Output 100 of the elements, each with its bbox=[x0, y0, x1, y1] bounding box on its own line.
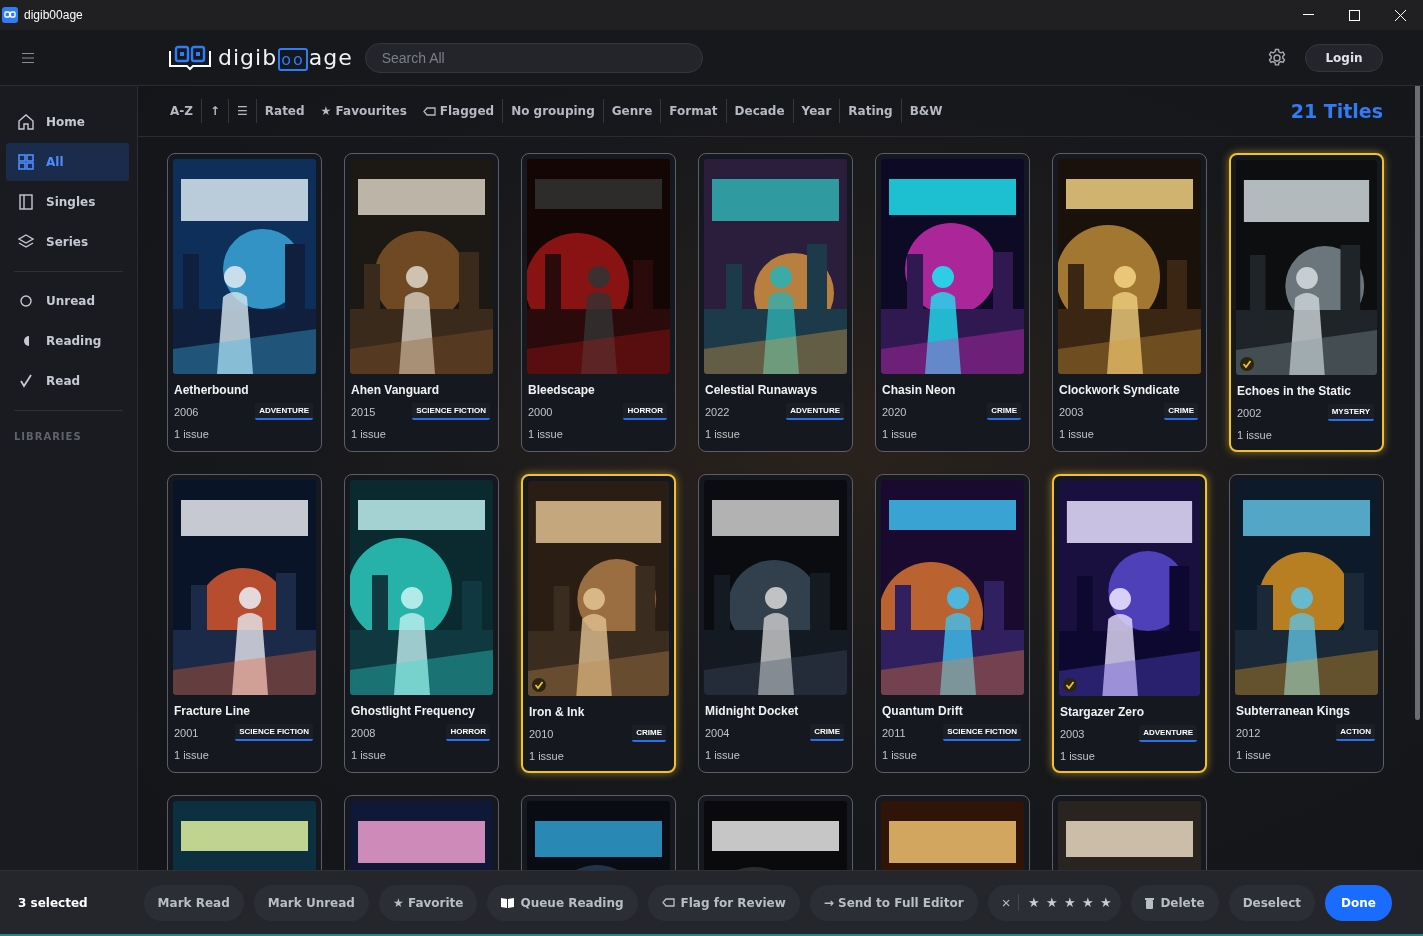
sidebar-item[interactable]: Series bbox=[6, 223, 129, 261]
genre-tag: CRIME bbox=[810, 724, 844, 741]
selection-count: 3 selected bbox=[18, 895, 88, 910]
comic-year: 2004 bbox=[705, 726, 730, 739]
comic-year: 2000 bbox=[528, 405, 553, 418]
action-button[interactable]: Flag for Review bbox=[647, 884, 800, 921]
comic-year: 2003 bbox=[1060, 727, 1085, 740]
issue-count: 1 issue bbox=[174, 428, 210, 440]
comic-year: 2020 bbox=[882, 405, 907, 418]
filter-button[interactable]: Genre bbox=[603, 104, 661, 118]
action-button[interactable]: Queue Reading bbox=[487, 884, 638, 921]
done-button[interactable]: Done bbox=[1325, 884, 1392, 921]
menu-icon[interactable] bbox=[22, 52, 34, 63]
close-icon[interactable] bbox=[1394, 9, 1406, 21]
comic-card[interactable]: Echoes in the Static 2002 MYSTERY 1 issue bbox=[1229, 153, 1384, 452]
filter-button[interactable]: Year bbox=[793, 104, 840, 118]
book-icon bbox=[16, 192, 36, 212]
genre-tag: SCIENCE FICTION bbox=[235, 724, 313, 741]
clear-rating-button[interactable]: × bbox=[993, 894, 1020, 911]
sidebar-item[interactable]: Reading bbox=[6, 322, 129, 360]
sidebar-item[interactable]: All bbox=[6, 143, 129, 181]
minimize-icon[interactable] bbox=[1302, 14, 1314, 16]
comic-card[interactable]: Aetherbound 2006 ADVENTURE 1 issue bbox=[167, 153, 322, 452]
action-button[interactable]: Mark Read bbox=[143, 884, 244, 921]
book-icon bbox=[501, 897, 515, 908]
action-button[interactable]: → Send to Full Editor bbox=[809, 884, 978, 921]
filter-button[interactable]: No grouping bbox=[503, 104, 603, 118]
rating-star[interactable]: ★ bbox=[1097, 895, 1116, 910]
trash-icon bbox=[1145, 896, 1155, 909]
filter-button[interactable]: Rating bbox=[840, 104, 901, 118]
action-button[interactable]: ★ Favorite bbox=[378, 884, 478, 921]
tag-icon bbox=[661, 898, 675, 907]
issue-count: 1 issue bbox=[1059, 428, 1095, 440]
rating-star[interactable]: ★ bbox=[1079, 895, 1098, 910]
issue-count: 1 issue bbox=[882, 428, 918, 440]
genre-tag: CRIME bbox=[1164, 403, 1198, 420]
comic-title: Aetherbound bbox=[174, 383, 250, 397]
comic-title: Clockwork Syndicate bbox=[1059, 383, 1181, 397]
comic-title: Midnight Docket bbox=[705, 704, 800, 718]
scrollbar-thumb[interactable] bbox=[1415, 86, 1420, 720]
filter-button[interactable]: ↑ bbox=[201, 104, 229, 118]
sidebar-item[interactable]: Home bbox=[6, 103, 129, 141]
filter-button[interactable]: B&W bbox=[901, 104, 951, 118]
comic-card[interactable]: Ahen Vanguard 2015 SCIENCE FICTION 1 issue bbox=[344, 153, 499, 452]
comic-title: Bleedscape bbox=[528, 383, 596, 397]
login-button[interactable]: Login bbox=[1305, 43, 1383, 72]
filter-button[interactable]: Decade bbox=[726, 104, 793, 118]
comic-title: Fracture Line bbox=[174, 704, 252, 718]
comic-card[interactable]: Iron & Ink 2010 CRIME 1 issue bbox=[521, 474, 676, 773]
comic-year: 2002 bbox=[1237, 406, 1262, 419]
genre-tag: ADVENTURE bbox=[1139, 725, 1197, 742]
search-field[interactable]: Search All bbox=[364, 42, 703, 73]
issue-count: 1 issue bbox=[529, 750, 565, 762]
action-button[interactable]: Delete bbox=[1131, 884, 1219, 921]
tag-icon bbox=[422, 106, 436, 116]
comic-title: Ahen Vanguard bbox=[351, 383, 440, 397]
comic-card[interactable]: Fracture Line 2001 SCIENCE FICTION 1 issue bbox=[167, 474, 322, 773]
issue-count: 1 issue bbox=[174, 749, 210, 761]
sidebar-item[interactable]: Singles bbox=[6, 183, 129, 221]
genre-tag: SCIENCE FICTION bbox=[412, 403, 490, 420]
comic-title: Chasin Neon bbox=[882, 383, 957, 397]
filter-button[interactable]: Rated bbox=[256, 104, 313, 118]
filter-button[interactable]: A-Z bbox=[162, 104, 201, 118]
comic-card[interactable]: Midnight Docket 2004 CRIME 1 issue bbox=[698, 474, 853, 773]
settings-icon[interactable] bbox=[1267, 47, 1287, 68]
genre-tag: CRIME bbox=[632, 725, 666, 742]
comic-card[interactable]: Clockwork Syndicate 2003 CRIME 1 issue bbox=[1052, 153, 1207, 452]
comic-card[interactable]: Subterranean Kings 2012 ACTION 1 issue bbox=[1229, 474, 1384, 773]
issue-count: 1 issue bbox=[1236, 749, 1272, 761]
maximize-icon[interactable] bbox=[1348, 9, 1360, 21]
comic-card[interactable]: Ghostlight Frequency 2008 HORROR 1 issue bbox=[344, 474, 499, 773]
action-button[interactable]: Mark Unread bbox=[253, 884, 369, 921]
comic-card[interactable]: Chasin Neon 2020 CRIME 1 issue bbox=[875, 153, 1030, 452]
rating-star[interactable]: ★ bbox=[1043, 895, 1062, 910]
filter-button[interactable]: Format bbox=[661, 104, 726, 118]
genre-tag: CRIME bbox=[987, 403, 1021, 420]
app-icon bbox=[2, 7, 18, 23]
genre-tag: HORROR bbox=[446, 724, 490, 741]
issue-count: 1 issue bbox=[528, 428, 564, 440]
filter-button[interactable]: ☰ bbox=[229, 104, 256, 118]
issue-count: 1 issue bbox=[351, 428, 387, 440]
comic-year: 2006 bbox=[174, 405, 199, 418]
comic-card[interactable]: Quantum Drift 2011 SCIENCE FICTION 1 issue bbox=[875, 474, 1030, 773]
filter-button[interactable]: ★ Favourites bbox=[312, 104, 415, 118]
sidebar-item[interactable]: Read bbox=[6, 362, 129, 400]
action-button[interactable]: Deselect bbox=[1228, 884, 1316, 921]
rating-star[interactable]: ★ bbox=[1061, 895, 1080, 910]
comic-year: 2010 bbox=[529, 727, 554, 740]
comic-card[interactable]: Stargazer Zero 2003 ADVENTURE 1 issue bbox=[1052, 474, 1207, 773]
issue-count: 1 issue bbox=[351, 749, 387, 761]
comic-title: Iron & Ink bbox=[529, 705, 586, 719]
check-icon bbox=[1240, 357, 1254, 371]
filter-button[interactable]: Flagged bbox=[414, 104, 503, 118]
rating-star[interactable]: ★ bbox=[1025, 895, 1044, 910]
sidebar-item[interactable]: Unread bbox=[6, 282, 129, 320]
comic-title: Celestial Runaways bbox=[705, 383, 819, 397]
comic-card[interactable]: Celestial Runaways 2022 ADVENTURE 1 issue bbox=[698, 153, 853, 452]
comic-year: 2001 bbox=[174, 726, 199, 739]
comic-card[interactable]: Bleedscape 2000 HORROR 1 issue bbox=[521, 153, 676, 452]
genre-tag: HORROR bbox=[623, 403, 667, 420]
